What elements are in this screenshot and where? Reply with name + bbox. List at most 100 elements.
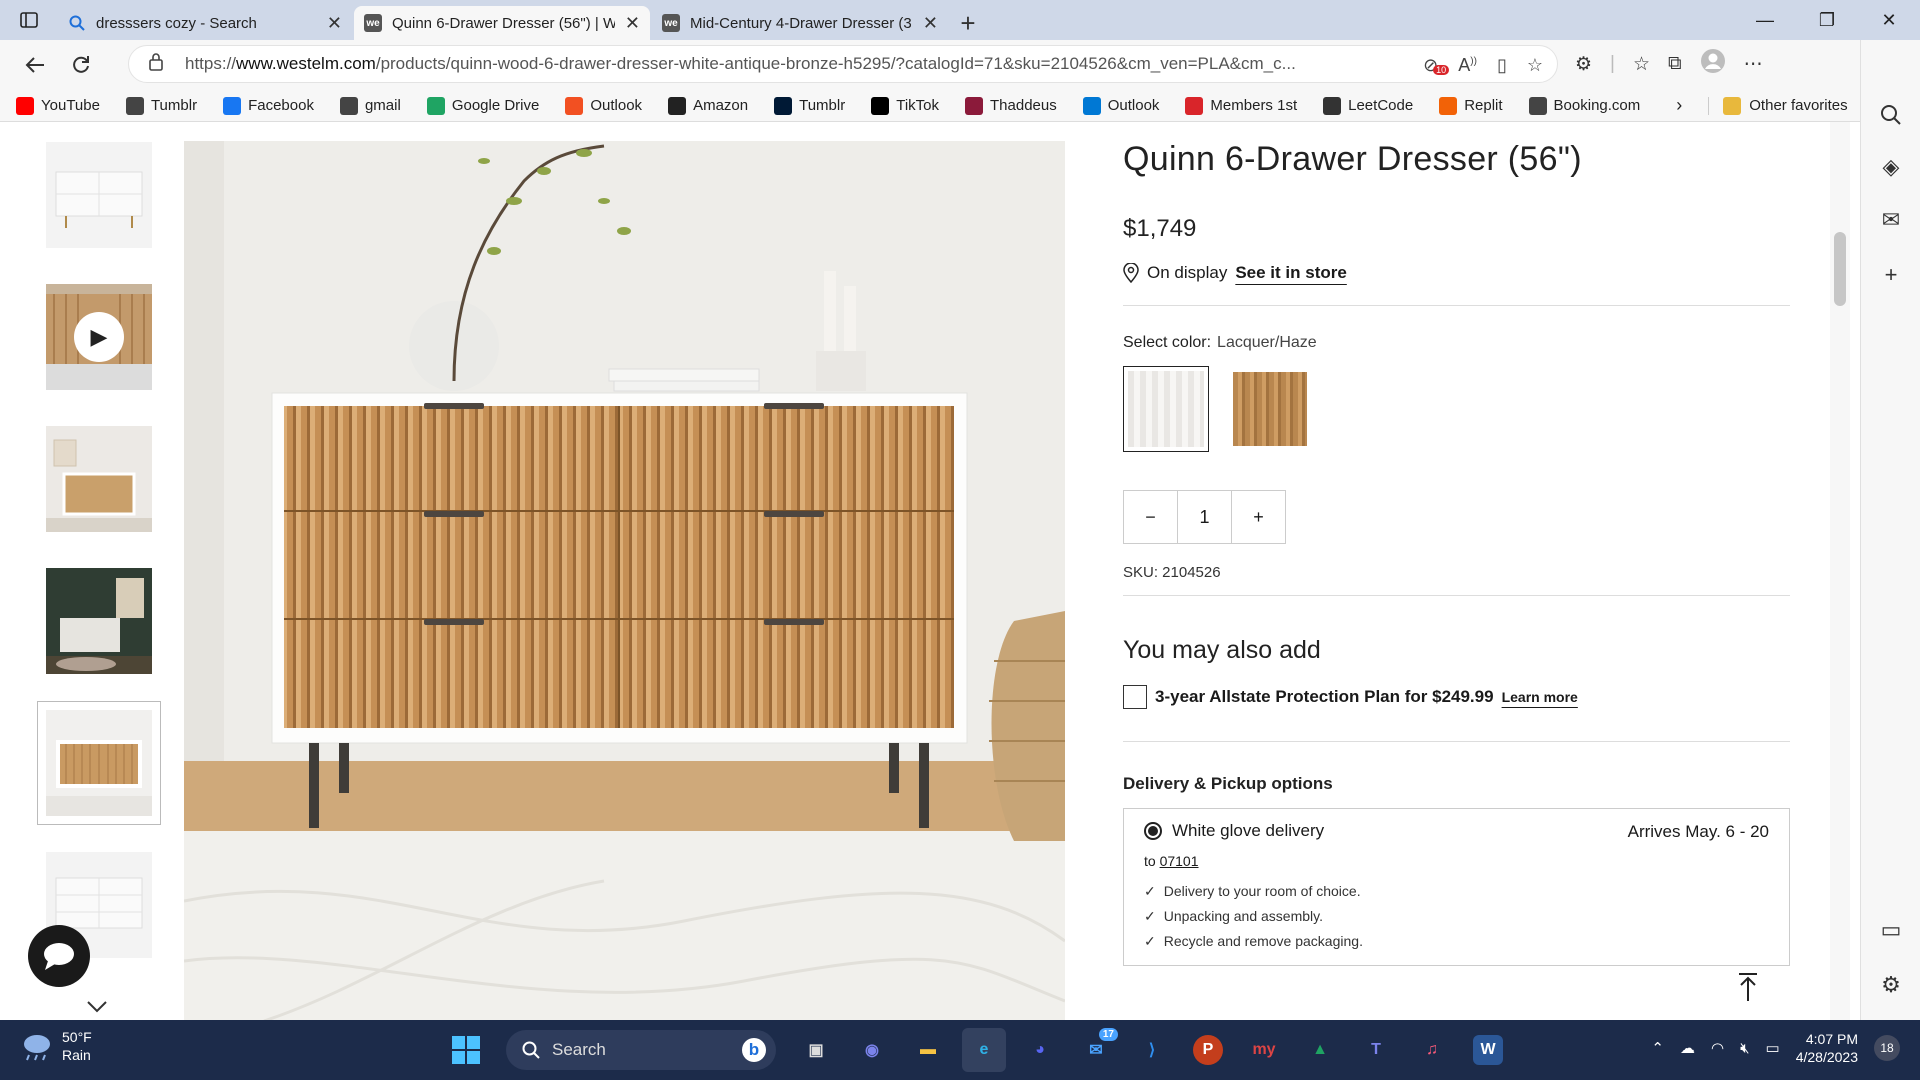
quantity-value[interactable]: 1 bbox=[1178, 491, 1232, 543]
sidebar-search-icon[interactable] bbox=[1876, 100, 1906, 130]
favorite-item[interactable]: Outlook bbox=[565, 96, 642, 115]
wifi-icon[interactable]: ◠ bbox=[1711, 1039, 1724, 1057]
favorite-item[interactable]: TikTok bbox=[871, 96, 939, 115]
scrollbar-thumb[interactable] bbox=[1834, 232, 1846, 306]
refresh-button[interactable] bbox=[60, 45, 102, 85]
thumbnail-dark-room[interactable] bbox=[46, 568, 152, 674]
back-button[interactable] bbox=[14, 45, 56, 85]
close-tab-icon[interactable]: ✕ bbox=[625, 13, 640, 34]
back-to-top-icon[interactable] bbox=[1737, 972, 1759, 1010]
file-explorer-icon[interactable]: ▬ bbox=[906, 1028, 950, 1072]
favorite-item[interactable]: gmail bbox=[339, 96, 401, 115]
profile-avatar-icon[interactable] bbox=[1700, 48, 1726, 80]
favorite-item[interactable]: LeetCode bbox=[1323, 96, 1413, 115]
discord-icon[interactable]: ◕ bbox=[1018, 1028, 1062, 1072]
mail-icon[interactable]: ✉ 17 bbox=[1074, 1028, 1118, 1072]
thumbnail-white-dresser[interactable] bbox=[46, 142, 152, 248]
sidebar-outlook-icon[interactable]: ✉ bbox=[1876, 205, 1906, 235]
favorite-item[interactable]: Booking.com bbox=[1528, 96, 1640, 115]
teams-icon[interactable]: T bbox=[1354, 1028, 1398, 1072]
more-favorites-chevron-icon[interactable]: › bbox=[1676, 95, 1682, 116]
play-icon[interactable]: ▶ bbox=[74, 312, 124, 362]
tab-actions-icon bbox=[20, 12, 38, 28]
swatch-lacquer-haze[interactable] bbox=[1123, 366, 1209, 452]
close-window-button[interactable]: ✕ bbox=[1858, 0, 1920, 40]
favorite-item[interactable]: Outlook bbox=[1082, 96, 1160, 115]
sidebar-add-icon[interactable]: + bbox=[1876, 260, 1906, 290]
favorite-item[interactable]: Tumblr bbox=[774, 96, 845, 115]
favorite-item[interactable]: Google Drive bbox=[426, 96, 539, 115]
tab-quinn-dresser[interactable]: we Quinn 6-Drawer Dresser (56") | W ✕ bbox=[354, 6, 650, 40]
tab-search[interactable]: dresssers cozy - Search ✕ bbox=[58, 6, 352, 40]
edge-icon[interactable]: e bbox=[962, 1028, 1006, 1072]
close-tab-icon[interactable]: ✕ bbox=[327, 13, 342, 34]
product-hero-image[interactable] bbox=[184, 141, 1065, 1020]
more-options-icon[interactable]: ⋯ bbox=[1744, 53, 1763, 76]
favorite-item[interactable]: Thaddeus bbox=[965, 96, 1057, 115]
clock[interactable]: 4:07 PM 4/28/2023 bbox=[1796, 1030, 1858, 1066]
page-scrollbar[interactable] bbox=[1830, 122, 1850, 1020]
new-tab-button[interactable]: + bbox=[950, 6, 986, 40]
notification-badge[interactable]: 18 bbox=[1874, 1035, 1900, 1061]
doc-icon bbox=[1528, 96, 1547, 115]
onedrive-icon[interactable]: ☁ bbox=[1680, 1039, 1695, 1057]
see-in-store-link[interactable]: See it in store bbox=[1235, 263, 1346, 283]
immersive-reader-icon[interactable]: ▯ bbox=[1497, 55, 1507, 76]
close-tab-icon[interactable]: ✕ bbox=[923, 13, 938, 34]
start-button[interactable] bbox=[444, 1028, 488, 1072]
chat-button[interactable] bbox=[28, 925, 90, 987]
favorite-label: Outlook bbox=[1107, 97, 1160, 114]
restore-button[interactable]: ❐ bbox=[1796, 0, 1858, 40]
zip-link[interactable]: 07101 bbox=[1160, 853, 1199, 869]
powerpoint-icon[interactable]: P bbox=[1193, 1035, 1223, 1065]
favorite-item[interactable]: YouTube bbox=[16, 96, 100, 115]
favorite-item[interactable]: Tumblr bbox=[125, 96, 198, 115]
favorite-item[interactable]: Amazon bbox=[668, 96, 748, 115]
tracking-prevention-icon[interactable]: ⊘ 10 bbox=[1423, 55, 1450, 76]
swatch-wood[interactable] bbox=[1227, 366, 1313, 452]
weather-widget[interactable]: 50°F Rain bbox=[20, 1028, 92, 1064]
taskbar-search[interactable]: Search b bbox=[506, 1030, 776, 1070]
add-favorite-icon[interactable]: ☆ bbox=[1527, 55, 1543, 76]
delivery-option-card[interactable]: White glove delivery Arrives May. 6 - 20… bbox=[1123, 808, 1790, 966]
task-view-icon[interactable]: ▣ bbox=[794, 1028, 838, 1072]
learn-more-link[interactable]: Learn more bbox=[1502, 689, 1578, 705]
sidebar-panel-icon[interactable]: ▭ bbox=[1876, 915, 1906, 945]
search-icon bbox=[522, 1041, 540, 1059]
decrease-quantity-button[interactable]: − bbox=[1124, 491, 1178, 543]
itunes-icon[interactable]: ♫ bbox=[1410, 1028, 1454, 1072]
chevron-down-icon[interactable] bbox=[86, 994, 108, 1020]
sidebar-shopping-icon[interactable]: ◈ bbox=[1876, 152, 1906, 182]
protection-plan-checkbox[interactable] bbox=[1123, 685, 1147, 709]
extensions-icon[interactable]: ⚙ bbox=[1575, 53, 1592, 76]
favorite-label: Tumblr bbox=[150, 97, 198, 114]
protection-plan-option: 3-year Allstate Protection Plan for $249… bbox=[1123, 685, 1790, 709]
increase-quantity-button[interactable]: + bbox=[1232, 491, 1285, 543]
read-aloud-icon[interactable]: A)) bbox=[1458, 55, 1477, 76]
url-bar[interactable]: https://www.westelm.com/products/quinn-w… bbox=[128, 45, 1558, 83]
sidebar-settings-gear-icon[interactable]: ⚙ bbox=[1876, 970, 1906, 1000]
google-drive-icon[interactable]: ▲ bbox=[1298, 1028, 1342, 1072]
teams-chat-icon[interactable]: ◉ bbox=[850, 1028, 894, 1072]
battery-icon[interactable]: ▭ bbox=[1766, 1039, 1780, 1057]
minimize-button[interactable]: — bbox=[1734, 0, 1796, 40]
word-icon[interactable]: W bbox=[1473, 1035, 1503, 1065]
other-favorites-folder[interactable]: Other favorites bbox=[1708, 96, 1848, 115]
favorite-item[interactable]: Replit bbox=[1439, 96, 1503, 115]
tab-mid-century-dresser[interactable]: we Mid-Century 4-Drawer Dresser (3 ✕ bbox=[652, 6, 948, 40]
vscode-icon[interactable]: ⟩ bbox=[1130, 1028, 1174, 1072]
my-app-icon[interactable]: my bbox=[1242, 1028, 1286, 1072]
favorites-icon[interactable]: ☆ bbox=[1633, 53, 1650, 76]
volume-muted-icon[interactable]: 🔇︎ bbox=[1740, 1040, 1749, 1057]
tab-actions-menu[interactable] bbox=[0, 0, 58, 40]
facebook-icon bbox=[223, 96, 242, 115]
thumbnail-room-scene[interactable] bbox=[46, 426, 152, 532]
collections-icon[interactable]: ⧉ bbox=[1668, 53, 1682, 75]
favorite-item[interactable]: Members 1st bbox=[1185, 96, 1297, 115]
delivery-radio[interactable] bbox=[1144, 822, 1162, 840]
location-pin-icon bbox=[1123, 263, 1139, 283]
chevron-up-icon[interactable]: ⌃ bbox=[1651, 1039, 1664, 1057]
thumbnail-video[interactable]: ▶ bbox=[46, 284, 152, 390]
favorite-item[interactable]: Facebook bbox=[223, 96, 314, 115]
thumbnail-selected-front[interactable] bbox=[37, 701, 161, 825]
